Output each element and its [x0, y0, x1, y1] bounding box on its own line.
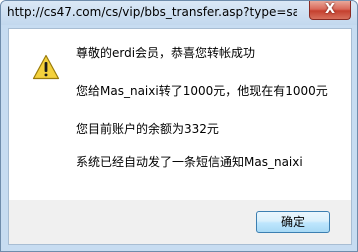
message-line-balance: 您目前账户的余额为332元: [76, 122, 219, 136]
message-line-notification: 系统已经自动发了一条短信通知Mas_naixi: [76, 155, 303, 169]
ok-button[interactable]: 确定: [256, 211, 330, 233]
window-title: http://cs47.com/cs/vip/bbs_transfer.asp?…: [7, 5, 297, 19]
message-line-greeting: 尊敬的erdi会员，恭喜您转帐成功: [76, 46, 256, 60]
dialog-content: 尊敬的erdi会员，恭喜您转帐成功 您给Mas_naixi转了1000元，他现在…: [8, 28, 352, 202]
dialog-footer: 确定: [8, 200, 352, 245]
alert-dialog: http://cs47.com/cs/vip/bbs_transfer.asp?…: [0, 0, 358, 252]
warning-icon: [32, 54, 60, 80]
message-line-transfer: 您给Mas_naixi转了1000元，他现在有1000元: [76, 84, 328, 98]
title-bar: http://cs47.com/cs/vip/bbs_transfer.asp?…: [1, 1, 357, 25]
close-button[interactable]: X: [309, 1, 351, 20]
